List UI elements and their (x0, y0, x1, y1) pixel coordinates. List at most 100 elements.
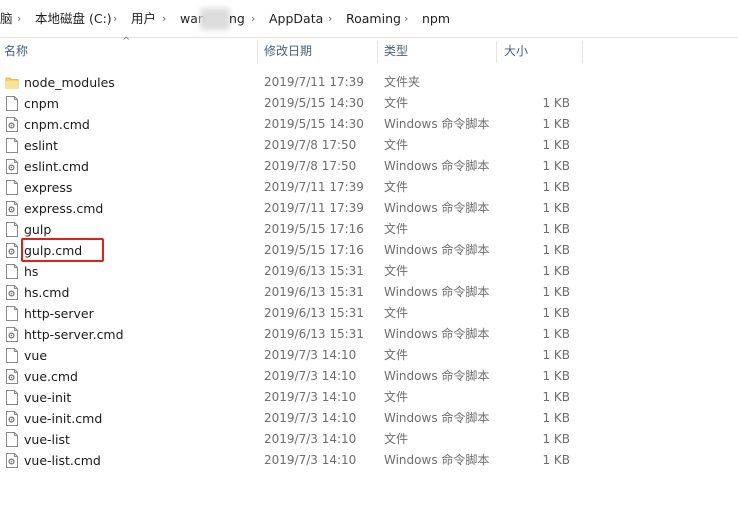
file-name[interactable]: hs.cmd (24, 282, 69, 303)
file-type: Windows 命令脚本 (384, 117, 490, 131)
breadcrumb-separator-icon[interactable]: › (251, 11, 255, 27)
breadcrumb-item-user-end[interactable]: ng (229, 11, 245, 27)
cmd-script-icon (5, 369, 18, 384)
file-size: 1 KB (542, 453, 570, 467)
file-type: 文件 (384, 264, 409, 278)
breadcrumb-separator-icon[interactable]: › (404, 11, 408, 27)
file-row[interactable]: gulp 2019/5/15 17:16 文件 1 KB (0, 219, 738, 240)
file-modified-date: 2019/7/11 17:39 (264, 180, 364, 194)
file-icon (5, 390, 18, 405)
file-row[interactable]: node_modules 2019/7/11 17:39 文件夹 (0, 72, 738, 93)
file-size: 1 KB (542, 369, 570, 383)
file-row[interactable]: eslint.cmd 2019/7/8 17:50 Windows 命令脚本 1 KB (0, 156, 738, 177)
column-header-modified[interactable]: 修改日期 (264, 37, 312, 66)
file-type: 文件夹 (384, 75, 421, 89)
file-size: 1 KB (542, 201, 570, 215)
file-row[interactable]: eslint 2019/7/8 17:50 文件 1 KB (0, 135, 738, 156)
file-name[interactable]: cnpm.cmd (24, 114, 90, 135)
column-header-type[interactable]: 类型 (384, 37, 408, 66)
column-divider[interactable] (582, 41, 583, 63)
file-row[interactable]: vue-init 2019/7/3 14:10 文件 1 KB (0, 387, 738, 408)
cmd-script-icon (5, 243, 18, 258)
file-name[interactable]: vue-init.cmd (24, 408, 102, 429)
file-icon (5, 180, 18, 195)
cmd-script-icon (5, 453, 18, 468)
file-row[interactable]: http-server.cmd 2019/6/13 15:31 Windows 命令… (0, 324, 738, 345)
file-row[interactable]: http-server 2019/6/13 15:31 文件 1 KB (0, 303, 738, 324)
file-type: 文件 (384, 432, 409, 446)
file-modified-date: 2019/5/15 17:16 (264, 222, 364, 236)
file-type: Windows 命令脚本 (384, 453, 490, 467)
file-row[interactable]: vue 2019/7/3 14:10 文件 1 KB (0, 345, 738, 366)
file-name[interactable]: vue.cmd (24, 366, 78, 387)
file-name[interactable]: express (24, 177, 72, 198)
file-icon (5, 348, 18, 363)
file-size: 1 KB (542, 306, 570, 320)
breadcrumb-separator-icon[interactable]: › (162, 11, 166, 27)
file-name[interactable]: http-server.cmd (24, 324, 124, 345)
column-divider[interactable] (257, 41, 258, 63)
highlight-box (21, 238, 104, 262)
file-name[interactable]: cnpm (24, 93, 59, 114)
file-row[interactable]: vue.cmd 2019/7/3 14:10 Windows 命令脚本 1 KB (0, 366, 738, 387)
file-type: 文件 (384, 306, 409, 320)
file-size: 1 KB (542, 117, 570, 131)
breadcrumb-separator-icon[interactable]: › (17, 11, 21, 27)
address-bar[interactable]: 脑 › 本地磁盘 (C:) › 用户 › wan ng › AppData › … (0, 0, 738, 38)
file-row[interactable]: express.cmd 2019/7/11 17:39 Windows 命令脚本 1 … (0, 198, 738, 219)
file-name[interactable]: vue-list.cmd (24, 450, 101, 471)
breadcrumb-separator-icon[interactable]: › (113, 11, 117, 27)
file-size: 1 KB (542, 138, 570, 152)
file-modified-date: 2019/5/15 14:30 (264, 96, 364, 110)
file-modified-date: 2019/5/15 17:16 (264, 243, 364, 257)
column-divider[interactable] (496, 41, 497, 63)
file-type: 文件 (384, 390, 409, 404)
breadcrumb-item-drive[interactable]: 本地磁盘 (C:) (35, 11, 112, 27)
breadcrumb-item-appdata[interactable]: AppData (269, 11, 323, 27)
file-modified-date: 2019/7/3 14:10 (264, 348, 357, 362)
breadcrumb-item-users[interactable]: 用户 (131, 11, 156, 27)
file-name[interactable]: vue-init (24, 387, 71, 408)
breadcrumb-item-roaming[interactable]: Roaming (346, 11, 401, 27)
file-modified-date: 2019/7/8 17:50 (264, 138, 357, 152)
file-type: Windows 命令脚本 (384, 327, 490, 341)
file-modified-date: 2019/7/3 14:10 (264, 411, 357, 425)
file-type: Windows 命令脚本 (384, 411, 490, 425)
file-name[interactable]: express.cmd (24, 198, 103, 219)
folder-icon (5, 75, 19, 90)
file-name[interactable]: gulp (24, 219, 51, 240)
file-row[interactable]: express 2019/7/11 17:39 文件 1 KB (0, 177, 738, 198)
file-row[interactable]: cnpm 2019/5/15 14:30 文件 1 KB (0, 93, 738, 114)
file-name[interactable]: vue-list (24, 429, 70, 450)
file-modified-date: 2019/6/13 15:31 (264, 264, 364, 278)
file-size: 1 KB (542, 390, 570, 404)
file-icon (5, 432, 18, 447)
file-icon (5, 264, 18, 279)
file-size: 1 KB (542, 243, 570, 257)
column-header-name[interactable]: 名称 (4, 37, 28, 66)
file-modified-date: 2019/7/11 17:39 (264, 201, 364, 215)
breadcrumb-separator-icon[interactable]: › (328, 11, 332, 27)
file-name[interactable]: node_modules (24, 72, 115, 93)
breadcrumb-item-npm[interactable]: npm (422, 11, 450, 27)
file-row[interactable]: vue-list 2019/7/3 14:10 文件 1 KB (0, 429, 738, 450)
file-name[interactable]: eslint (24, 135, 58, 156)
column-divider[interactable] (377, 41, 378, 63)
file-row[interactable]: vue-init.cmd 2019/7/3 14:10 Windows 命令脚本 1 … (0, 408, 738, 429)
file-modified-date: 2019/6/13 15:31 (264, 327, 364, 341)
file-size: 1 KB (542, 327, 570, 341)
file-type: Windows 命令脚本 (384, 201, 490, 215)
file-type: 文件 (384, 180, 409, 194)
file-name[interactable]: hs (24, 261, 38, 282)
file-row[interactable]: cnpm.cmd 2019/5/15 14:30 Windows 命令脚本 1 KB (0, 114, 738, 135)
file-name[interactable]: eslint.cmd (24, 156, 89, 177)
file-name[interactable]: http-server (24, 303, 94, 324)
file-row[interactable]: vue-list.cmd 2019/7/3 14:10 Windows 命令脚本 1 … (0, 450, 738, 471)
file-row[interactable]: gulp.cmd 2019/5/15 17:16 Windows 命令脚本 1 KB (0, 240, 738, 261)
column-header-size[interactable]: 大小 (504, 37, 528, 66)
breadcrumb-item[interactable]: 脑 (0, 11, 13, 27)
file-name[interactable]: vue (24, 345, 47, 366)
file-modified-date: 2019/7/3 14:10 (264, 432, 357, 446)
file-row[interactable]: hs.cmd 2019/6/13 15:31 Windows 命令脚本 1 KB (0, 282, 738, 303)
file-row[interactable]: hs 2019/6/13 15:31 文件 1 KB (0, 261, 738, 282)
